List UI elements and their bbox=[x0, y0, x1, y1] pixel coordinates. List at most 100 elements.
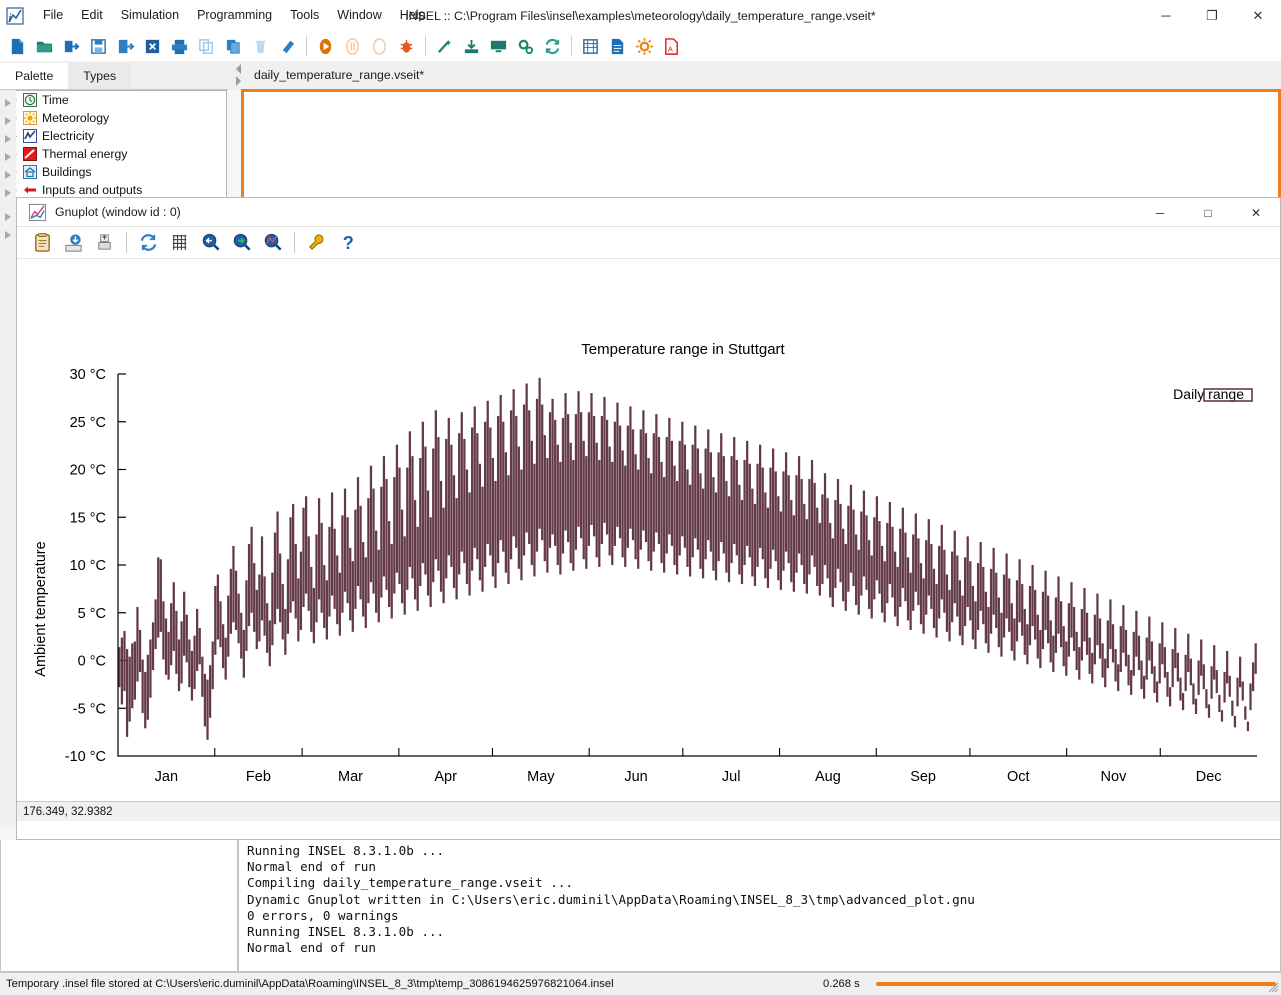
gutter-expand-arrow-icon[interactable] bbox=[3, 151, 13, 161]
chart-bar bbox=[289, 517, 292, 613]
close-file-icon[interactable] bbox=[139, 32, 166, 60]
gnuplot-minimize-button[interactable]: ─ bbox=[1136, 198, 1184, 227]
refresh-icon[interactable] bbox=[539, 32, 566, 60]
print-icon[interactable] bbox=[166, 32, 193, 60]
x-tick-label: Jun bbox=[624, 769, 647, 785]
chart-bar bbox=[631, 429, 635, 541]
chart-bar bbox=[852, 509, 855, 587]
chart-bar bbox=[746, 440, 749, 546]
maximize-button[interactable]: ❐ bbox=[1189, 0, 1235, 31]
palette-tree[interactable]: Time Meteorology Electricity Thermal ene… bbox=[2, 90, 227, 200]
menu-edit[interactable]: Edit bbox=[72, 4, 112, 27]
pause-icon[interactable] bbox=[339, 32, 366, 60]
sun-icon[interactable] bbox=[631, 32, 658, 60]
editor-tab-scroll-arrows[interactable] bbox=[232, 62, 245, 89]
zoom-previous-icon[interactable] bbox=[195, 229, 226, 257]
zoom-next-icon[interactable] bbox=[226, 229, 257, 257]
chart-bar bbox=[411, 456, 414, 579]
tree-item-thermal-energy[interactable]: Thermal energy bbox=[3, 145, 226, 163]
chart-bar bbox=[1018, 559, 1021, 623]
wand-icon[interactable] bbox=[431, 32, 458, 60]
gutter-expand-arrow-icon[interactable] bbox=[3, 169, 13, 179]
pdf-icon[interactable]: A bbox=[658, 32, 685, 60]
open-folder-icon[interactable] bbox=[31, 32, 58, 60]
chart-bar bbox=[683, 444, 687, 548]
grid-icon[interactable] bbox=[164, 229, 195, 257]
document-icon[interactable] bbox=[604, 32, 631, 60]
save-icon[interactable] bbox=[85, 32, 112, 60]
menu-window[interactable]: Window bbox=[328, 4, 390, 27]
tree-item-buildings[interactable]: Buildings bbox=[3, 163, 226, 181]
chart-bar bbox=[380, 486, 383, 598]
chart-bar bbox=[906, 557, 910, 621]
help-icon[interactable]: ? bbox=[332, 229, 363, 257]
chart-bar bbox=[1010, 603, 1013, 651]
chart-bar bbox=[247, 543, 251, 627]
chart-bar bbox=[403, 536, 406, 615]
chart-bar bbox=[831, 538, 834, 608]
replot-icon[interactable] bbox=[133, 229, 164, 257]
monitor-icon[interactable] bbox=[485, 32, 512, 60]
console-side-panel bbox=[0, 840, 238, 972]
gutter-expand-arrow-icon[interactable] bbox=[3, 133, 13, 143]
menu-tools[interactable]: Tools bbox=[281, 4, 328, 27]
gnuplot-maximize-button[interactable]: □ bbox=[1184, 198, 1232, 227]
gutter-expand-arrow-icon[interactable] bbox=[3, 187, 13, 197]
delete-icon[interactable] bbox=[247, 32, 274, 60]
chart-bar bbox=[1075, 631, 1078, 671]
print-icon[interactable] bbox=[89, 229, 120, 257]
gutter-expand-arrow-icon[interactable] bbox=[3, 115, 13, 125]
save-as-icon[interactable] bbox=[112, 32, 139, 60]
chart-bar bbox=[304, 496, 308, 594]
editor-tab-daily-temperature-range[interactable]: daily_temperature_range.vseit* bbox=[246, 62, 435, 89]
gutter-expand-arrow-icon[interactable] bbox=[3, 229, 13, 239]
debug-icon[interactable] bbox=[393, 32, 420, 60]
menu-programming[interactable]: Programming bbox=[188, 4, 281, 27]
resize-grip-icon[interactable] bbox=[1267, 981, 1279, 993]
chart-bar bbox=[245, 580, 248, 651]
chart-bar bbox=[787, 475, 790, 564]
gutter-expand-arrow-icon[interactable] bbox=[3, 97, 13, 107]
chart-bar bbox=[862, 490, 866, 577]
zoom-autoscale-icon[interactable] bbox=[257, 229, 288, 257]
clipboard-icon[interactable] bbox=[27, 229, 58, 257]
table-icon[interactable] bbox=[577, 32, 604, 60]
download-icon[interactable] bbox=[458, 32, 485, 60]
wrench-icon[interactable] bbox=[301, 229, 332, 257]
chart-bar bbox=[650, 473, 653, 571]
gnuplot-close-button[interactable]: ✕ bbox=[1232, 198, 1280, 227]
gnuplot-plot-area[interactable]: Temperature range in Stuttgart Ambient t… bbox=[17, 259, 1280, 821]
chart-bar bbox=[590, 393, 593, 525]
tree-item-electricity[interactable]: Electricity bbox=[3, 127, 226, 145]
chart-bar bbox=[618, 425, 622, 539]
close-button[interactable]: ✕ bbox=[1235, 0, 1281, 31]
import-icon[interactable] bbox=[58, 32, 85, 60]
run-icon[interactable] bbox=[312, 32, 339, 60]
menu-file[interactable]: File bbox=[34, 4, 72, 27]
chart-bar bbox=[372, 488, 375, 594]
chart-bar bbox=[279, 553, 282, 623]
y-tick-label: -5 °C bbox=[73, 701, 106, 717]
menu-help[interactable]: Help bbox=[391, 4, 435, 27]
chart-bar bbox=[1163, 647, 1167, 678]
gears-icon[interactable] bbox=[512, 32, 539, 60]
chart-bar bbox=[1039, 629, 1042, 669]
copy-icon[interactable] bbox=[193, 32, 220, 60]
gutter-expand-arrow-icon[interactable] bbox=[3, 211, 13, 221]
save-image-icon[interactable] bbox=[58, 229, 89, 257]
paste-icon[interactable] bbox=[220, 32, 247, 60]
editor-canvas[interactable] bbox=[241, 89, 1281, 199]
console-output[interactable]: Running INSEL 8.3.1.0b ... Normal end of… bbox=[238, 840, 1281, 972]
chart-bar bbox=[904, 532, 907, 602]
eraser-icon[interactable] bbox=[274, 32, 301, 60]
minimize-button[interactable]: ─ bbox=[1143, 0, 1189, 31]
tree-item-time[interactable]: Time bbox=[3, 91, 226, 109]
tab-palette[interactable]: Palette bbox=[0, 63, 69, 89]
tree-item-meteorology[interactable]: Meteorology bbox=[3, 109, 226, 127]
stop-icon[interactable] bbox=[366, 32, 393, 60]
new-file-icon[interactable] bbox=[4, 32, 31, 60]
menu-simulation[interactable]: Simulation bbox=[112, 4, 188, 27]
chart-bar bbox=[463, 438, 466, 564]
tab-types[interactable]: Types bbox=[68, 63, 132, 89]
chart-bar bbox=[945, 574, 949, 632]
